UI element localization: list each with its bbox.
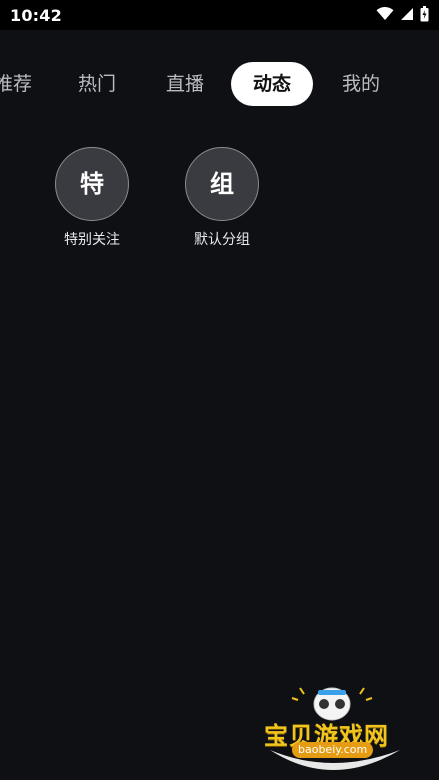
tab-moments[interactable]: 动态 bbox=[231, 62, 313, 106]
signal-icon bbox=[400, 7, 414, 21]
wifi-icon bbox=[376, 7, 394, 21]
watermark-logo: 宝贝游戏网 baobeiy.com bbox=[260, 680, 410, 776]
app-screen: 10:42 推荐 热门 直播 动态 我的 特 特别关注 组 默认分组 宝贝游戏网… bbox=[0, 0, 439, 780]
group-avatar[interactable]: 特 bbox=[55, 147, 129, 221]
tab-mine[interactable]: 我的 bbox=[336, 62, 386, 106]
battery-charging-icon bbox=[420, 6, 429, 22]
status-bar: 10:42 bbox=[0, 0, 439, 30]
group-avatar[interactable]: 组 bbox=[185, 147, 259, 221]
group-default[interactable]: 组 默认分组 bbox=[172, 147, 272, 249]
group-special-follow[interactable]: 特 特别关注 bbox=[42, 147, 142, 249]
status-icons bbox=[376, 6, 429, 22]
watermark-url: baobeiy.com bbox=[292, 742, 374, 758]
group-label: 默认分组 bbox=[194, 232, 250, 248]
status-time: 10:42 bbox=[10, 6, 62, 25]
tab-live[interactable]: 直播 bbox=[160, 62, 210, 106]
tab-hot[interactable]: 热门 bbox=[72, 62, 122, 106]
tab-recommend[interactable]: 推荐 bbox=[0, 62, 38, 106]
top-tab-bar: 推荐 热门 直播 动态 我的 bbox=[0, 58, 439, 112]
group-label: 特别关注 bbox=[64, 232, 120, 248]
